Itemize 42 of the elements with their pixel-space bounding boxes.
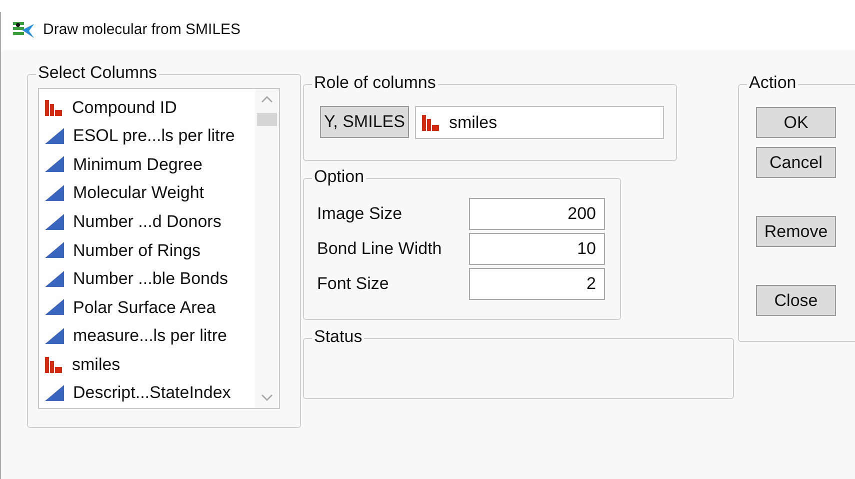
list-item[interactable]: Compound ID (45, 93, 255, 122)
list-item[interactable]: measure...ls per litre (45, 322, 255, 350)
list-item[interactable]: Molecular Weight (45, 178, 255, 208)
list-item[interactable]: Minimum Degree (45, 150, 255, 179)
scrollbar[interactable] (255, 89, 279, 408)
group-title: Option (312, 167, 366, 187)
triangle-icon (45, 242, 64, 258)
field-label: Bond Line Width (317, 238, 443, 260)
bar-chart-icon (45, 98, 63, 116)
window-title: Draw molecular from SMILES (43, 20, 241, 40)
triangle-icon (45, 214, 64, 230)
role-button[interactable]: Y, SMILES (320, 106, 409, 138)
triangle-icon (45, 299, 64, 316)
field-label: Image Size (317, 203, 404, 226)
list-item[interactable]: Number ...d Donors (45, 207, 255, 236)
triangle-icon (45, 328, 64, 344)
action-button[interactable]: Cancel (756, 147, 836, 178)
bar-chart-icon (45, 356, 63, 374)
field-label: Font Size (317, 273, 390, 296)
scroll-down-icon[interactable] (261, 394, 273, 402)
scroll-up-icon[interactable] (261, 95, 273, 103)
triangle-icon (45, 270, 64, 287)
triangle-icon (45, 385, 64, 402)
input-field[interactable]: 10 (469, 233, 605, 265)
triangle-icon (45, 156, 64, 172)
action-button[interactable]: OK (756, 107, 836, 138)
list-item[interactable]: Descript...StateIndex (45, 378, 255, 408)
app-icon (13, 21, 35, 39)
list-item[interactable]: smiles (45, 350, 255, 379)
triangle-icon (45, 185, 64, 202)
list-item[interactable]: ESOL pre...ls per litre (45, 122, 255, 150)
list-item[interactable]: Number ...ble Bonds (45, 264, 255, 294)
scroll-thumb[interactable] (257, 113, 277, 126)
list-item[interactable]: Number of Rings (45, 236, 255, 265)
input-field[interactable]: 200 (469, 198, 605, 230)
list-item[interactable]: Polar Surface Area (45, 293, 255, 322)
triangle-icon (45, 128, 64, 144)
input-field[interactable]: 2 (469, 268, 605, 300)
action-button[interactable]: Remove (756, 216, 836, 247)
role-field[interactable]: smiles (414, 106, 664, 139)
bar-chart-icon (422, 114, 440, 131)
action-button[interactable]: Close (756, 285, 836, 316)
